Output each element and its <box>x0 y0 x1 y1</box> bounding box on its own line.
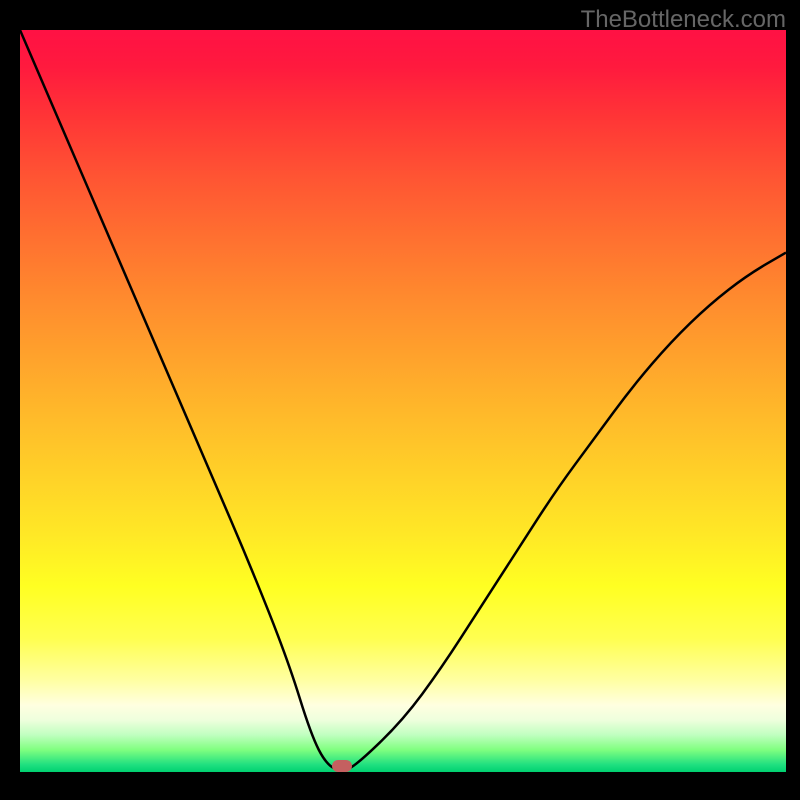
optimal-marker <box>332 760 352 772</box>
plot-area <box>20 30 786 772</box>
watermark-text: TheBottleneck.com <box>581 6 786 34</box>
bottleneck-curve <box>20 30 786 772</box>
